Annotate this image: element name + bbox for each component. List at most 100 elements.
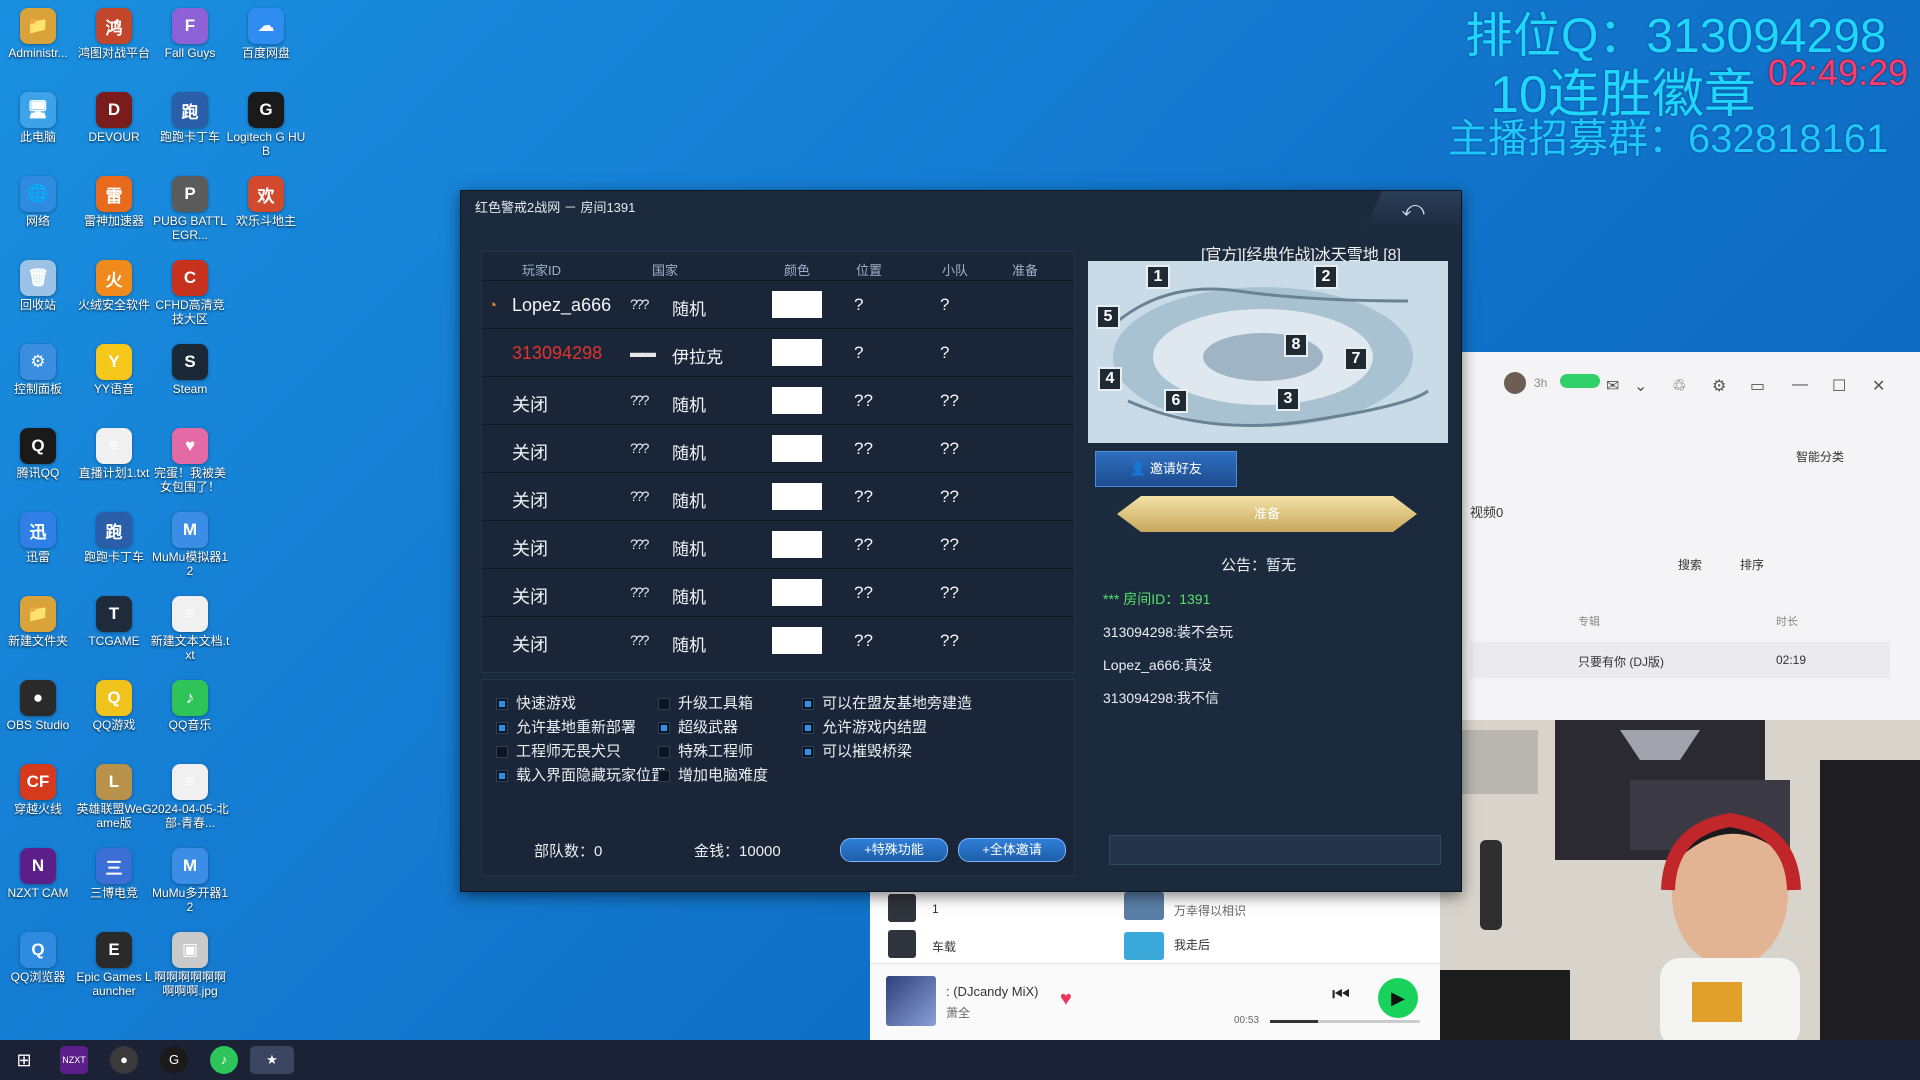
ghub-icon[interactable]: G bbox=[160, 1046, 188, 1074]
videos-tab[interactable]: 视频0 bbox=[1470, 502, 1503, 521]
player-team[interactable]: ? bbox=[940, 343, 949, 363]
desktop-icon[interactable]: L 英雄联盟WeGame版 bbox=[74, 758, 154, 830]
player-row[interactable]: 313094298 ▬▬ 伊拉克?? bbox=[482, 328, 1074, 375]
desktop-icon[interactable]: M MuMu多开器12 bbox=[150, 842, 230, 914]
obs-icon[interactable]: ● bbox=[110, 1046, 138, 1074]
player-nation[interactable]: 随机 bbox=[672, 391, 706, 416]
player-position[interactable]: ?? bbox=[854, 391, 873, 411]
option-checkbox[interactable] bbox=[802, 746, 814, 759]
desktop-icon[interactable]: Q 腾讯QQ bbox=[0, 422, 78, 480]
special-function-button[interactable]: +特殊功能 bbox=[840, 838, 948, 862]
option-checkbox[interactable] bbox=[496, 698, 508, 711]
desktop-icon[interactable]: Q QQ游戏 bbox=[74, 674, 154, 732]
player-color-swatch[interactable] bbox=[772, 339, 822, 366]
desktop-icon[interactable]: ▣ 啊啊啊啊啊啊啊啊啊.jpg bbox=[150, 926, 230, 998]
desktop-icon[interactable]: F Fall Guys bbox=[150, 2, 230, 60]
player-id[interactable]: Lopez_a666 bbox=[512, 295, 611, 316]
chevron-down-icon[interactable]: ⌄ bbox=[1634, 376, 1647, 396]
player-color-swatch[interactable] bbox=[772, 291, 822, 318]
map-spawn-number[interactable]: 3 bbox=[1276, 387, 1300, 411]
map-spawn-number[interactable]: 1 bbox=[1146, 265, 1170, 289]
desktop-icon[interactable]: Y YY语音 bbox=[74, 338, 154, 396]
map-preview[interactable]: 1 2 5 8 7 4 6 3 bbox=[1088, 261, 1448, 443]
desktop-icon[interactable]: 📁 新建文件夹 bbox=[0, 590, 78, 648]
desktop-icon[interactable]: N NZXT CAM bbox=[0, 842, 78, 900]
player-nation[interactable]: 伊拉克 bbox=[672, 343, 723, 368]
option-checkbox[interactable] bbox=[802, 722, 814, 735]
option-checkbox[interactable] bbox=[802, 698, 814, 711]
desktop-icon[interactable]: 欢欢乐斗地主 bbox=[226, 170, 306, 228]
shirt-icon[interactable]: ♲ bbox=[1672, 376, 1686, 396]
player-position[interactable]: ?? bbox=[854, 487, 873, 507]
mini-mode-icon[interactable]: ▭ bbox=[1750, 376, 1765, 396]
game-option[interactable]: 可以摧毁桥梁 bbox=[802, 740, 912, 761]
previous-icon[interactable]: ⏮ bbox=[1332, 984, 1350, 1007]
desktop-icon[interactable]: ≡ 直播计划1.txt bbox=[74, 422, 154, 480]
desktop-icon[interactable]: E Epic Games Launcher bbox=[74, 926, 154, 998]
player-nation[interactable]: 随机 bbox=[672, 295, 706, 320]
player-id[interactable]: 313094298 bbox=[512, 343, 602, 364]
desktop-icon[interactable]: C CFHD高清竞技大区 bbox=[150, 254, 230, 326]
play-button[interactable]: ▶ bbox=[1378, 978, 1418, 1018]
desktop-icon[interactable]: 🗑 回收站 bbox=[0, 254, 78, 312]
desktop-icon[interactable]: 鸿鸿图对战平台 bbox=[74, 2, 154, 60]
player-color-swatch[interactable] bbox=[772, 483, 822, 510]
option-checkbox[interactable] bbox=[658, 722, 670, 735]
desktop-icon[interactable]: S Steam bbox=[150, 338, 230, 396]
game-option[interactable]: 特殊工程师 bbox=[658, 740, 753, 761]
player-id[interactable]: 关闭 bbox=[512, 391, 548, 417]
heart-icon[interactable]: ♥ bbox=[1060, 988, 1072, 1011]
player-id[interactable]: 关闭 bbox=[512, 535, 548, 561]
game-option[interactable]: 可以在盟友基地旁建造 bbox=[802, 692, 972, 713]
desktop-icon[interactable]: 迅迅雷 bbox=[0, 506, 78, 564]
player-nation[interactable]: 随机 bbox=[672, 631, 706, 656]
mail-icon[interactable]: ✉ bbox=[1606, 376, 1619, 396]
desktop-icon[interactable]: G Logitech G HUB bbox=[226, 86, 306, 158]
map-spawn-number[interactable]: 7 bbox=[1344, 347, 1368, 371]
desktop-icon[interactable]: M MuMu模拟器12 bbox=[150, 506, 230, 578]
playlist-item[interactable]: 1 bbox=[932, 902, 939, 916]
player-team[interactable]: ?? bbox=[940, 439, 959, 459]
map-spawn-number[interactable]: 5 bbox=[1096, 305, 1120, 329]
option-checkbox[interactable] bbox=[658, 770, 670, 783]
rec-thumb[interactable] bbox=[1124, 932, 1164, 960]
player-team[interactable]: ?? bbox=[940, 535, 959, 555]
player-team[interactable]: ?? bbox=[940, 391, 959, 411]
desktop-icon[interactable]: T TCGAME bbox=[74, 590, 154, 648]
minimize-icon[interactable]: — bbox=[1792, 376, 1808, 394]
desktop-icon[interactable]: ≡ 2024-04-05-北部-青春... bbox=[150, 758, 230, 830]
ready-button[interactable]: 准备 bbox=[1117, 496, 1417, 532]
game-option[interactable]: 增加电脑难度 bbox=[658, 764, 768, 785]
player-position[interactable]: ? bbox=[854, 295, 863, 315]
desktop-icon[interactable]: P PUBG BATTLEGR... bbox=[150, 170, 230, 242]
player-nation[interactable]: 随机 bbox=[672, 439, 706, 464]
album-cover[interactable] bbox=[886, 976, 936, 1026]
avatar[interactable] bbox=[1504, 372, 1526, 394]
player-row[interactable]: 关闭??? 随机???? bbox=[482, 376, 1074, 423]
option-checkbox[interactable] bbox=[658, 698, 670, 711]
player-color-swatch[interactable] bbox=[772, 579, 822, 606]
invite-friend-button[interactable]: 👤 邀请好友 bbox=[1095, 451, 1237, 487]
game-option[interactable]: 超级武器 bbox=[658, 716, 738, 737]
player-row[interactable]: 关闭??? 随机???? bbox=[482, 568, 1074, 615]
player-row[interactable]: ◔ Lopez_a666??? 随机?? bbox=[482, 280, 1074, 327]
maximize-icon[interactable]: ☐ bbox=[1832, 376, 1846, 396]
desktop-icon[interactable]: 三三博电竞 bbox=[74, 842, 154, 900]
player-team[interactable]: ? bbox=[940, 295, 949, 315]
close-icon[interactable]: ✕ bbox=[1872, 376, 1885, 396]
desktop-icon[interactable]: 📁 Administr... bbox=[0, 2, 78, 60]
player-id[interactable]: 关闭 bbox=[512, 439, 548, 465]
invite-all-button[interactable]: +全体邀请 bbox=[958, 838, 1066, 862]
playlist-item-car[interactable]: 车载 bbox=[932, 938, 956, 955]
player-position[interactable]: ?? bbox=[854, 631, 873, 651]
playlist-thumb[interactable] bbox=[888, 894, 916, 922]
sort-button[interactable]: 排序 bbox=[1740, 556, 1764, 573]
player-id[interactable]: 关闭 bbox=[512, 487, 548, 513]
player-nation[interactable]: 随机 bbox=[672, 535, 706, 560]
player-nation[interactable]: 随机 bbox=[672, 487, 706, 512]
desktop-icon[interactable]: ≡ 新建文本文档.txt bbox=[150, 590, 230, 662]
game-option[interactable]: 工程师无畏犬只 bbox=[496, 740, 621, 761]
player-team[interactable]: ?? bbox=[940, 631, 959, 651]
desktop-icon[interactable]: ⚙ 控制面板 bbox=[0, 338, 78, 396]
player-row[interactable]: 关闭??? 随机???? bbox=[482, 616, 1074, 663]
